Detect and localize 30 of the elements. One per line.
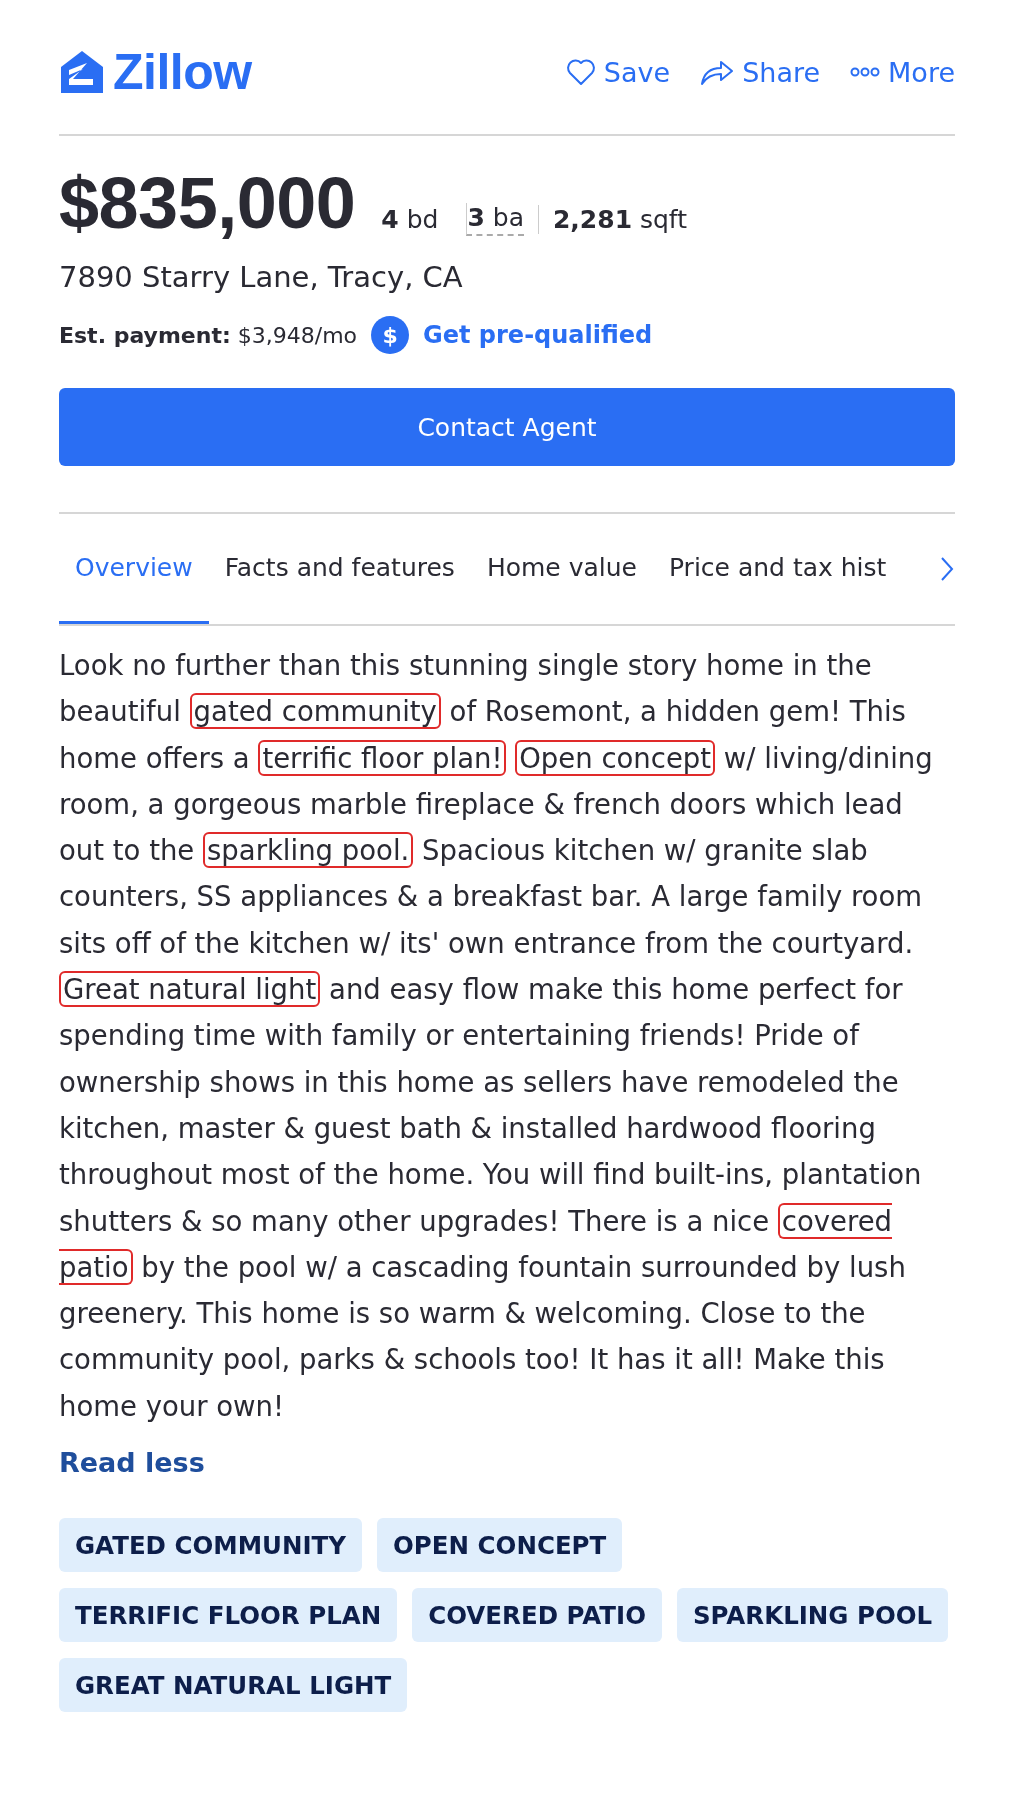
dollar-icon: $ bbox=[371, 316, 410, 354]
tab[interactable]: Price and tax hist bbox=[652, 514, 903, 624]
zillow-logo-text[interactable]: Zillow bbox=[113, 43, 252, 101]
read-less-link[interactable]: Read less bbox=[59, 1447, 205, 1479]
pre-qualify-link[interactable]: Get pre-qualified bbox=[423, 321, 653, 349]
contact-agent-button[interactable]: Contact Agent bbox=[59, 388, 955, 466]
description-text: Look no further than this stunning single story home in the beautiful gated community of Rosemont, a hidden gem! This home offers a terrific floor plan! Open concept w/ living/dining room, a gorgeous marble fireplace & french doors which lead out to the sparkling pool. Spacious kitchen w/ granite slab counters, SS appliances & a breakfast bar. A large family room sits off of the kitchen w/ its' own entrance from the courtyard. Great natural light and easy flow make this home perfect for spending time with family or entertaining friends! Pride of ownership shows in this home as sellers have remodeled the kitchen, master & guest bath & installed hardwood flooring throughout most of the home. You will find built-ins, plantation shutters & so many other upgrades! There is a nice covered patio by the pool w/ a cascading fountain surrounded by lush greenery. This home is so warm & welcoming. Close to the community pool, parks & schools too! It has it all! Make this home your own! bbox=[59, 648, 934, 1424]
save-link[interactable]: Save bbox=[565, 56, 671, 88]
home-fact: 2,281 sqft bbox=[537, 205, 702, 234]
tab[interactable]: Overview bbox=[59, 514, 209, 624]
feature-tag: SPARKLING POOL bbox=[676, 1588, 949, 1643]
home-fact: 4 bd bbox=[381, 205, 440, 234]
feature-tag: TERRIFIC FLOOR PLAN bbox=[59, 1588, 398, 1643]
payment-estimate: Est. payment: $3,948/mo bbox=[59, 322, 358, 348]
more-link[interactable]: More bbox=[850, 56, 955, 88]
feature-tag: GATED COMMUNITY bbox=[59, 1518, 363, 1573]
address: 7890 Starry Lane, Tracy, CA bbox=[59, 260, 464, 294]
chevron-right-icon[interactable] bbox=[939, 555, 955, 583]
tab[interactable]: Facts and features bbox=[208, 514, 471, 624]
heart-icon bbox=[565, 58, 596, 86]
tab[interactable]: Home value bbox=[470, 514, 653, 624]
feature-tag: OPEN CONCEPT bbox=[377, 1518, 623, 1573]
more-icon bbox=[850, 67, 881, 77]
feature-tag: COVERED PATIO bbox=[412, 1588, 662, 1643]
feature-tag: GREAT NATURAL LIGHT bbox=[59, 1658, 408, 1713]
share-link[interactable]: Share bbox=[700, 56, 821, 88]
price: $835,000 bbox=[59, 162, 356, 244]
share-icon bbox=[700, 58, 735, 86]
house-logo-icon bbox=[59, 49, 105, 95]
home-fact[interactable]: 3 ba bbox=[466, 203, 524, 236]
